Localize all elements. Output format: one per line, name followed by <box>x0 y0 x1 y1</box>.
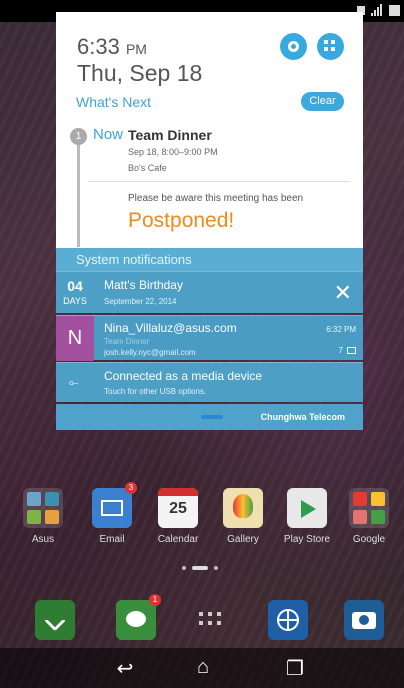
settings-button[interactable] <box>280 33 307 60</box>
carrier-name: Chunghwa Telecom <box>260 412 345 422</box>
app-label: Email <box>99 534 125 545</box>
app-label: Google <box>352 534 386 545</box>
browser-icon[interactable] <box>268 600 308 640</box>
event-time: Sep 18, 8:00–9:00 PM <box>128 147 218 157</box>
clock-time: 6:33 PM <box>77 34 147 59</box>
notification-count: 7 <box>339 346 356 355</box>
notification-subtitle: Team Dinner <box>104 337 150 346</box>
phone-icon[interactable] <box>35 600 75 640</box>
app-calendar[interactable]: 25 Calendar <box>153 488 203 545</box>
app-label: Asus <box>31 534 55 545</box>
app-label: Calendar <box>157 534 199 545</box>
back-icon[interactable]: ↩ <box>110 656 140 681</box>
now-label: Now <box>93 126 124 143</box>
app-label: Play Store <box>283 534 331 545</box>
badge: 3 <box>125 482 137 494</box>
clear-button[interactable]: Clear <box>301 92 344 111</box>
asus-folder-icon <box>23 488 63 528</box>
event-title[interactable]: Team Dinner <box>128 127 212 143</box>
divider <box>88 181 350 182</box>
home-icon[interactable]: ⌂ <box>188 656 218 679</box>
clock-ampm: PM <box>125 41 147 57</box>
mail-icon <box>347 347 356 354</box>
whats-next-card: 6:33 PM Thu, Sep 18 What's Next Clear 1 … <box>56 12 363 248</box>
app-email[interactable]: 3 Email <box>87 482 137 545</box>
panel-footer: Chunghwa Telecom <box>56 404 363 430</box>
usb-notification[interactable]: ⟜ Connected as a media device Touch for … <box>56 362 363 402</box>
event-note: Please be aware this meeting has been <box>128 193 304 204</box>
signal-icon <box>371 4 383 16</box>
notification-account: josh.kelly.nyc@gmail.com <box>104 348 196 357</box>
notification-time: 6:32 PM <box>326 325 356 334</box>
camera-icon[interactable] <box>344 600 384 640</box>
whats-next-label: What's Next <box>76 94 152 110</box>
notification-subtitle: Touch for other USB options. <box>104 387 207 396</box>
app-google[interactable]: Google <box>344 488 394 545</box>
app-label: Gallery <box>227 534 259 545</box>
navigation-bar: ↩ ⌂ ❐ <box>0 648 404 688</box>
battery-icon <box>389 4 400 16</box>
badge: 1 <box>149 594 161 606</box>
event-location: Bo's Cafe <box>128 163 167 173</box>
app-play-store[interactable]: Play Store <box>282 488 332 545</box>
app-gallery[interactable]: Gallery <box>218 488 268 545</box>
notification-title: Nina_Villaluz@asus.com <box>104 321 237 335</box>
system-notifications-header: System notifications <box>56 248 363 271</box>
close-icon[interactable]: ✕ <box>334 280 352 306</box>
notification-subtitle: September 22, 2014 <box>104 297 177 306</box>
event-status: Postponed! <box>128 209 235 232</box>
page-indicator <box>182 566 218 570</box>
clock-date: Thu, Sep 18 <box>77 60 203 86</box>
quick-settings-button[interactable] <box>317 33 344 60</box>
notification-title: Matt's Birthday <box>104 278 183 292</box>
calendar-icon: 25 <box>158 488 198 528</box>
days-label: DAYS <box>63 296 87 306</box>
email-icon: 3 <box>92 482 137 528</box>
drag-handle[interactable] <box>201 415 223 419</box>
usb-icon: ⟜ <box>69 375 79 389</box>
avatar: N <box>56 316 94 361</box>
app-asus[interactable]: Asus <box>18 488 68 545</box>
messages-icon[interactable]: 1 <box>116 594 161 640</box>
days-count: 04 <box>67 278 83 294</box>
birthday-notification[interactable]: 04 DAYS Matt's Birthday September 22, 20… <box>56 271 363 313</box>
play-store-icon <box>287 488 327 528</box>
all-apps-icon[interactable] <box>190 600 230 640</box>
recent-apps-icon[interactable]: ❐ <box>280 656 310 681</box>
gallery-icon <box>223 488 263 528</box>
google-folder-icon <box>349 488 389 528</box>
timeline-line <box>77 137 80 247</box>
notification-title: Connected as a media device <box>104 369 263 383</box>
event-index-badge: 1 <box>70 128 87 145</box>
notification-panel: 6:33 PM Thu, Sep 18 What's Next Clear 1 … <box>56 12 363 430</box>
email-notification[interactable]: N Nina_Villaluz@asus.com Team Dinner jos… <box>56 315 363 361</box>
